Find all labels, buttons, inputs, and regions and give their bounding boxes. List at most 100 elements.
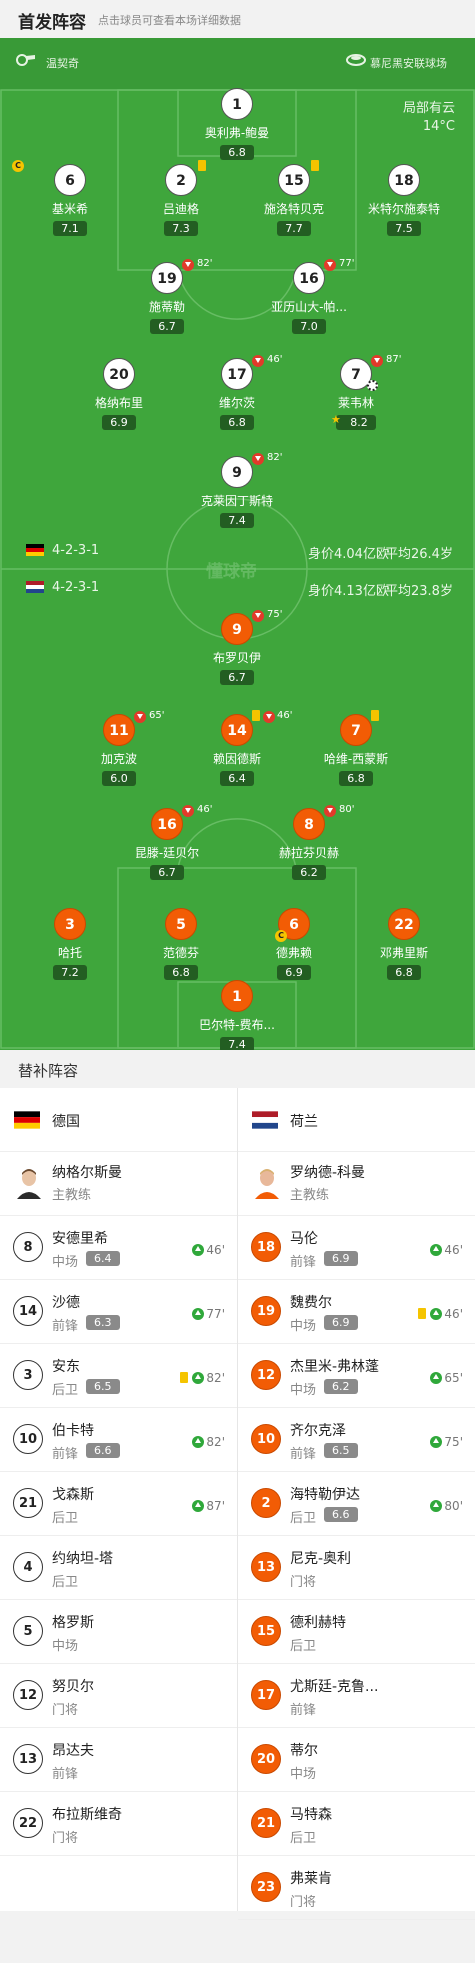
player-number: 19 [151, 262, 183, 294]
pitch-player-netherlands[interactable]: 6 C 德弗赖 6.9 [239, 908, 349, 980]
player-rating: 6.8 [220, 415, 254, 430]
germany-flag-icon [14, 1111, 40, 1129]
coach-role: 主教练 [52, 1188, 92, 1203]
sub-player-row[interactable]: 13 昂达夫 前锋 [0, 1728, 237, 1792]
player-position: 后卫 [290, 1831, 317, 1846]
sub-time: 46' [444, 1243, 463, 1257]
pitch-player-netherlands[interactable]: 16 46' 昆滕-廷贝尔 6.7 [112, 804, 222, 880]
player-position: 门将 [290, 1575, 317, 1590]
player-position: 中场 [52, 1255, 79, 1270]
pitch-player-germany[interactable]: 18 米特尔施泰特 7.5 [349, 164, 459, 236]
player-name: 魏费尔 [290, 1295, 332, 1311]
pitch-player-netherlands[interactable]: 14 46' 赖因德斯 6.4 [182, 710, 292, 786]
sub-player-row[interactable]: 15 德利赫特 后卫 [238, 1600, 475, 1664]
coach-row[interactable]: 罗纳德-科曼 主教练 [238, 1152, 475, 1216]
pitch-player-germany[interactable]: 19 82' 施蒂勒 6.7 [112, 258, 222, 334]
sub-on-icon [430, 1244, 443, 1256]
sub-player-row[interactable]: 2 海特勒伊达 后卫 6.6 80' [238, 1472, 475, 1536]
player-rating: 6.6 [86, 1443, 120, 1458]
page-title: 首发阵容 [18, 13, 86, 33]
player-rating: 6.8 [220, 145, 254, 160]
pitch-player-germany[interactable]: 1 奥利弗-鲍曼 6.8 [182, 88, 292, 160]
sub-event: 65' [430, 1367, 463, 1385]
player-name: 蒂尔 [290, 1743, 318, 1759]
player-number: 17 [251, 1680, 281, 1710]
sub-player-row[interactable]: 23 弗莱肯 门将 [238, 1856, 475, 1920]
player-position: 后卫 [52, 1575, 79, 1590]
pitch-player-netherlands[interactable]: 7 哈维-西蒙斯 6.8 [301, 710, 411, 786]
sub-player-row[interactable]: 4 约纳坦-塔 后卫 [0, 1536, 237, 1600]
player-number: 20 [251, 1744, 281, 1774]
player-name: 布罗贝伊 [212, 651, 261, 665]
player-number: 2 [251, 1488, 281, 1518]
netherlands-formation: 4-2-3-1 [52, 580, 100, 595]
sub-time: 65' [444, 1371, 463, 1385]
player-number: 23 [251, 1872, 281, 1902]
pitch-player-netherlands[interactable]: 9 75' 布罗贝伊 6.7 [182, 609, 292, 685]
goal-ball-icon [367, 380, 378, 391]
player-number: 21 [13, 1488, 43, 1518]
pitch-player-netherlands[interactable]: 11 65' 加克波 6.0 [64, 710, 174, 786]
pitch-player-germany[interactable]: 7 87' 莱韦林 ★ 8.2 [301, 354, 411, 430]
sub-player-row[interactable]: 8 安德里希 中场 6.4 46' [0, 1216, 237, 1280]
pitch-player-netherlands[interactable]: 1 巴尔特-费布... 7.4 [182, 980, 292, 1050]
player-rating: 6.2 [292, 865, 326, 880]
sub-player-row[interactable]: 21 马特森 后卫 [238, 1792, 475, 1856]
player-rating: 7.4 [220, 513, 254, 528]
yellow-card-icon [418, 1308, 427, 1319]
coach-row[interactable]: 纳格尔斯曼 主教练 [0, 1152, 237, 1216]
sub-player-row[interactable]: 3 安东 后卫 6.5 82' [0, 1344, 237, 1408]
pitch-player-germany[interactable]: 15 施洛特贝克 7.7 [239, 160, 349, 236]
sub-player-row[interactable]: 20 蒂尔 中场 [238, 1728, 475, 1792]
sub-event: 46' [430, 1239, 463, 1257]
pitch-player-netherlands[interactable]: 22 邓弗里斯 6.8 [349, 908, 459, 980]
player-number: 8 [293, 808, 325, 840]
pitch-player-netherlands[interactable]: 8 80' 赫拉芬贝赫 6.2 [254, 804, 364, 880]
player-position: 后卫 [290, 1639, 317, 1654]
sub-time: 82' [267, 452, 283, 463]
player-name: 昂达夫 [52, 1743, 94, 1759]
pitch-player-netherlands[interactable]: 5 范德芬 6.8 [126, 908, 236, 980]
sub-off-icon [371, 355, 383, 367]
player-rating: 6.4 [220, 771, 254, 786]
netherlands-flag-icon [26, 581, 44, 593]
player-number: 1 [221, 88, 253, 120]
player-name: 弗莱肯 [290, 1871, 332, 1887]
sub-player-row[interactable]: 22 布拉斯维奇 门将 [0, 1792, 237, 1856]
player-position: 前锋 [290, 1255, 317, 1270]
player-number: 13 [251, 1552, 281, 1582]
sub-player-row[interactable]: 12 努贝尔 门将 [0, 1664, 237, 1728]
player-number: 16 [151, 808, 183, 840]
sub-player-row[interactable]: 12 杰里米-弗林蓬 中场 6.2 65' [238, 1344, 475, 1408]
sub-player-row[interactable]: 21 戈森斯 后卫 87' [0, 1472, 237, 1536]
pitch-player-germany[interactable]: 20 格纳布里 6.9 [64, 358, 174, 430]
sub-player-row[interactable]: 17 尤斯廷-克鲁... 前锋 [238, 1664, 475, 1728]
germany-average-age: 平均26.4岁 [385, 547, 453, 562]
sub-player-row[interactable]: 14 沙德 前锋 6.3 77' [0, 1280, 237, 1344]
sub-event: 87' [192, 1495, 225, 1513]
player-number: 13 [13, 1744, 43, 1774]
player-name: 范德芬 [162, 946, 199, 960]
player-name: 沙德 [52, 1295, 80, 1311]
sub-on-icon [430, 1500, 443, 1512]
player-number: 21 [251, 1808, 281, 1838]
sub-player-row[interactable]: 19 魏费尔 中场 6.9 46' [238, 1280, 475, 1344]
pitch-player-germany[interactable]: 6 C 基米希 7.1 [12, 160, 125, 236]
player-rating: 6.9 [102, 415, 136, 430]
player-rating: 6.7 [150, 865, 184, 880]
player-rating: 6.7 [150, 319, 184, 334]
pitch-player-netherlands[interactable]: 3 哈托 7.2 [15, 908, 125, 980]
sub-player-row[interactable]: 18 马伦 前锋 6.9 46' [238, 1216, 475, 1280]
sub-player-row[interactable]: 10 伯卡特 前锋 6.6 82' [0, 1408, 237, 1472]
pitch-player-germany[interactable]: 17 46' 维尔茨 6.8 [182, 354, 292, 430]
sub-on-icon [430, 1372, 443, 1384]
sub-player-row[interactable]: 13 尼克-奥利 门将 [238, 1536, 475, 1600]
pitch-player-germany[interactable]: 2 吕迪格 7.3 [126, 160, 236, 236]
sub-player-row[interactable]: 5 格罗斯 中场 [0, 1600, 237, 1664]
sub-player-row[interactable]: 10 齐尔克泽 前锋 6.5 75' [238, 1408, 475, 1472]
player-number: 15 [251, 1616, 281, 1646]
pitch-player-germany[interactable]: 9 82' 克莱因丁斯特 7.4 [182, 452, 292, 528]
pitch-player-germany[interactable]: 16 77' 亚历山大-帕... 7.0 [254, 258, 364, 334]
player-rating: 7.1 [53, 221, 87, 236]
player-number: 16 [293, 262, 325, 294]
